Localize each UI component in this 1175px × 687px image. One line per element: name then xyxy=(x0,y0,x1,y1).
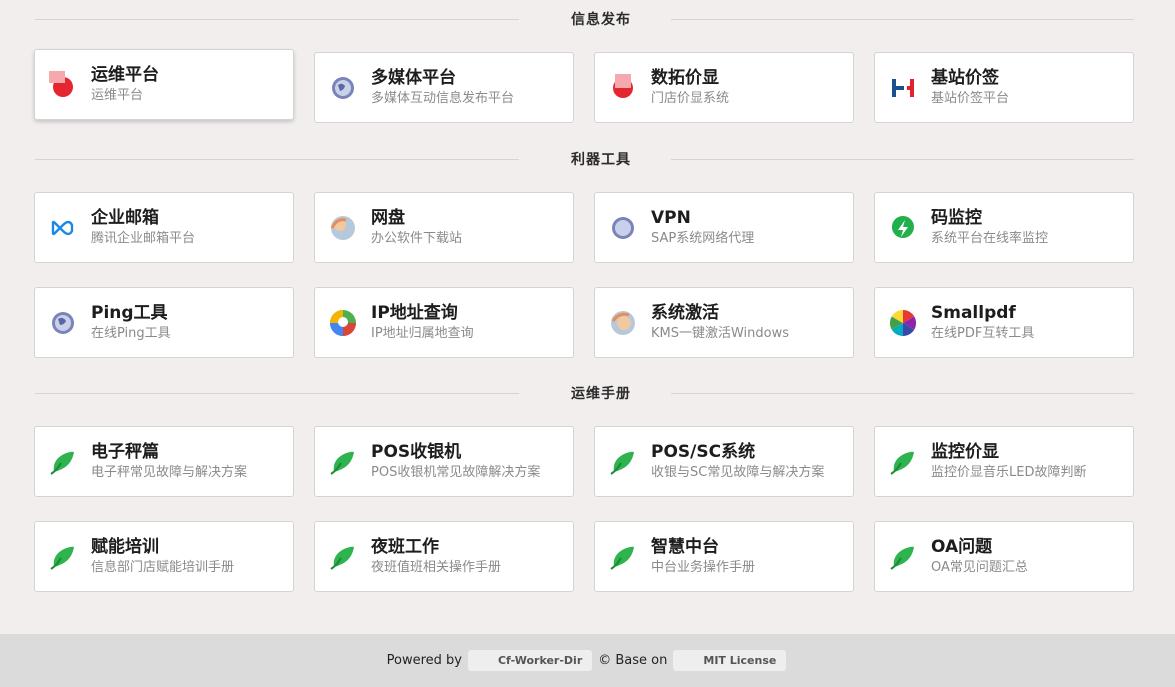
card-desc: 电子秤常见故障与解决方案 xyxy=(91,465,248,480)
map-pin-icon xyxy=(329,309,357,337)
card-desc: 收银与SC常见故障与解决方案 xyxy=(651,465,825,480)
bolt-icon xyxy=(889,214,917,242)
card-desc: SAP系统网络代理 xyxy=(651,231,755,246)
card-title: Ping工具 xyxy=(91,303,168,323)
section-header-info: 信息发布 xyxy=(35,9,1134,29)
card-desc: 信息部门店赋能培训手册 xyxy=(91,560,235,575)
footer: Powered by Cf-Worker-Dir © Base on MIT L… xyxy=(0,634,1175,687)
card-smallpdf[interactable]: Smallpdf 在线PDF互转工具 xyxy=(874,287,1134,358)
card-title: 多媒体平台 xyxy=(371,68,456,88)
divider xyxy=(35,158,519,160)
divider xyxy=(671,392,1134,394)
leaf-icon xyxy=(329,543,357,571)
card-pos-sc-system[interactable]: POS/SC系统收银与SC常见故障与解决方案 xyxy=(594,426,854,497)
card-title: 系统激活 xyxy=(651,303,719,323)
card-desc: 门店价显系统 xyxy=(651,91,730,106)
card-title: 运维平台 xyxy=(91,65,159,85)
leaf-icon xyxy=(889,448,917,476)
card-title: 数拓价显 xyxy=(651,68,719,88)
section-title: 信息发布 xyxy=(571,12,631,28)
card-desc: 在线PDF互转工具 xyxy=(931,326,1035,341)
red-dot-icon xyxy=(609,73,637,102)
card-ping-tool[interactable]: Ping工具在线Ping工具 xyxy=(34,287,294,358)
globe-icon xyxy=(329,74,357,102)
card-title: 电子秤篇 xyxy=(91,442,159,462)
leaf-icon xyxy=(609,448,637,476)
leaf-icon xyxy=(609,543,637,571)
section-title: 利器工具 xyxy=(571,152,631,168)
card-title: POS/SC系统 xyxy=(651,442,756,462)
card-desc: 基站价签平台 xyxy=(931,91,1010,106)
leaf-icon xyxy=(329,448,357,476)
card-title: OA问题 xyxy=(931,537,993,557)
card-title: POS收银机 xyxy=(371,442,462,462)
card-desc: POS收银机常见故障解决方案 xyxy=(371,465,541,480)
card-title: VPN xyxy=(651,208,691,228)
card-title: 网盘 xyxy=(371,208,405,228)
globe-icon xyxy=(49,309,77,337)
card-pos-machine[interactable]: POS收银机 POS收银机常见故障解决方案 xyxy=(314,426,574,497)
card-desc: 多媒体互动信息发布平台 xyxy=(371,91,515,106)
card-ip-lookup[interactable]: IP地址查询 IP地址归属地查询 xyxy=(314,287,574,358)
card-title: 智慧中台 xyxy=(651,537,719,557)
card-desc: 运维平台 xyxy=(91,88,144,103)
card-oa-issues[interactable]: OA问题 OA常见问题汇总 xyxy=(874,521,1134,592)
card-title: 夜班工作 xyxy=(371,537,439,557)
card-title: 监控价显 xyxy=(931,442,999,462)
license-link[interactable]: MIT License xyxy=(673,650,787,671)
project-link[interactable]: Cf-Worker-Dir xyxy=(467,650,593,671)
infinity-icon xyxy=(49,214,77,242)
divider xyxy=(671,18,1134,20)
card-night-shift[interactable]: 夜班工作夜班值班相关操作手册 xyxy=(314,521,574,592)
card-desc: 中台业务操作手册 xyxy=(651,560,756,575)
avatar-icon xyxy=(609,309,637,337)
card-system-activation[interactable]: 系统激活 KMS一键激活Windows xyxy=(594,287,854,358)
divider xyxy=(671,158,1134,160)
card-netdisk[interactable]: 网盘 办公软件下载站 xyxy=(314,192,574,263)
card-desc: OA常见问题汇总 xyxy=(931,560,1028,575)
leaf-icon xyxy=(49,543,77,571)
card-monitor[interactable]: 码监控系统平台在线率监控 xyxy=(874,192,1134,263)
card-base-station-tag[interactable]: 基站价签基站价签平台 xyxy=(874,52,1134,123)
footer-base-on: © Base on xyxy=(598,653,668,668)
card-desc: 办公软件下载站 xyxy=(371,231,463,246)
leaf-icon xyxy=(889,543,917,571)
card-desc: 夜班值班相关操作手册 xyxy=(371,560,502,575)
card-title: 码监控 xyxy=(931,208,982,228)
avatar-icon xyxy=(329,214,357,242)
red-dot-icon xyxy=(49,70,77,99)
color-wheel-icon xyxy=(889,309,917,337)
card-title: 基站价签 xyxy=(931,68,999,88)
footer-powered-by: Powered by xyxy=(386,653,462,668)
section-title: 运维手册 xyxy=(571,386,631,402)
card-desc: 监控价显音乐LED故障判断 xyxy=(931,465,1087,480)
card-price-display[interactable]: 数拓价显门店价显系统 xyxy=(594,52,854,123)
divider xyxy=(35,18,519,20)
card-desc: IP地址归属地查询 xyxy=(371,326,474,341)
card-smart-middle-platform[interactable]: 智慧中台中台业务操作手册 xyxy=(594,521,854,592)
section-header-tools: 利器工具 xyxy=(35,149,1134,169)
card-vpn[interactable]: VPN SAP系统网络代理 xyxy=(594,192,854,263)
divider xyxy=(35,392,519,394)
card-ops-platform[interactable]: 运维平台 运维平台 xyxy=(34,49,294,120)
globe-icon xyxy=(609,214,637,242)
card-title: IP地址查询 xyxy=(371,303,458,323)
card-title: 赋能培训 xyxy=(91,537,159,557)
section-header-manual: 运维手册 xyxy=(35,383,1134,403)
card-enablement-training[interactable]: 赋能培训信息部门店赋能培训手册 xyxy=(34,521,294,592)
card-title: 企业邮箱 xyxy=(91,208,159,228)
card-monitor-price-display[interactable]: 监控价显监控价显音乐LED故障判断 xyxy=(874,426,1134,497)
card-title: Smallpdf xyxy=(931,303,1016,323)
card-desc: 腾讯企业邮箱平台 xyxy=(91,231,196,246)
card-desc: 系统平台在线率监控 xyxy=(931,231,1049,246)
card-multimedia-platform[interactable]: 多媒体平台多媒体互动信息发布平台 xyxy=(314,52,574,123)
h-logo-icon xyxy=(889,74,917,102)
card-enterprise-mail[interactable]: 企业邮箱腾讯企业邮箱平台 xyxy=(34,192,294,263)
leaf-icon xyxy=(49,448,77,476)
card-scale-manual[interactable]: 电子秤篇电子秤常见故障与解决方案 xyxy=(34,426,294,497)
card-desc: KMS一键激活Windows xyxy=(651,326,790,341)
card-desc: 在线Ping工具 xyxy=(91,326,171,341)
